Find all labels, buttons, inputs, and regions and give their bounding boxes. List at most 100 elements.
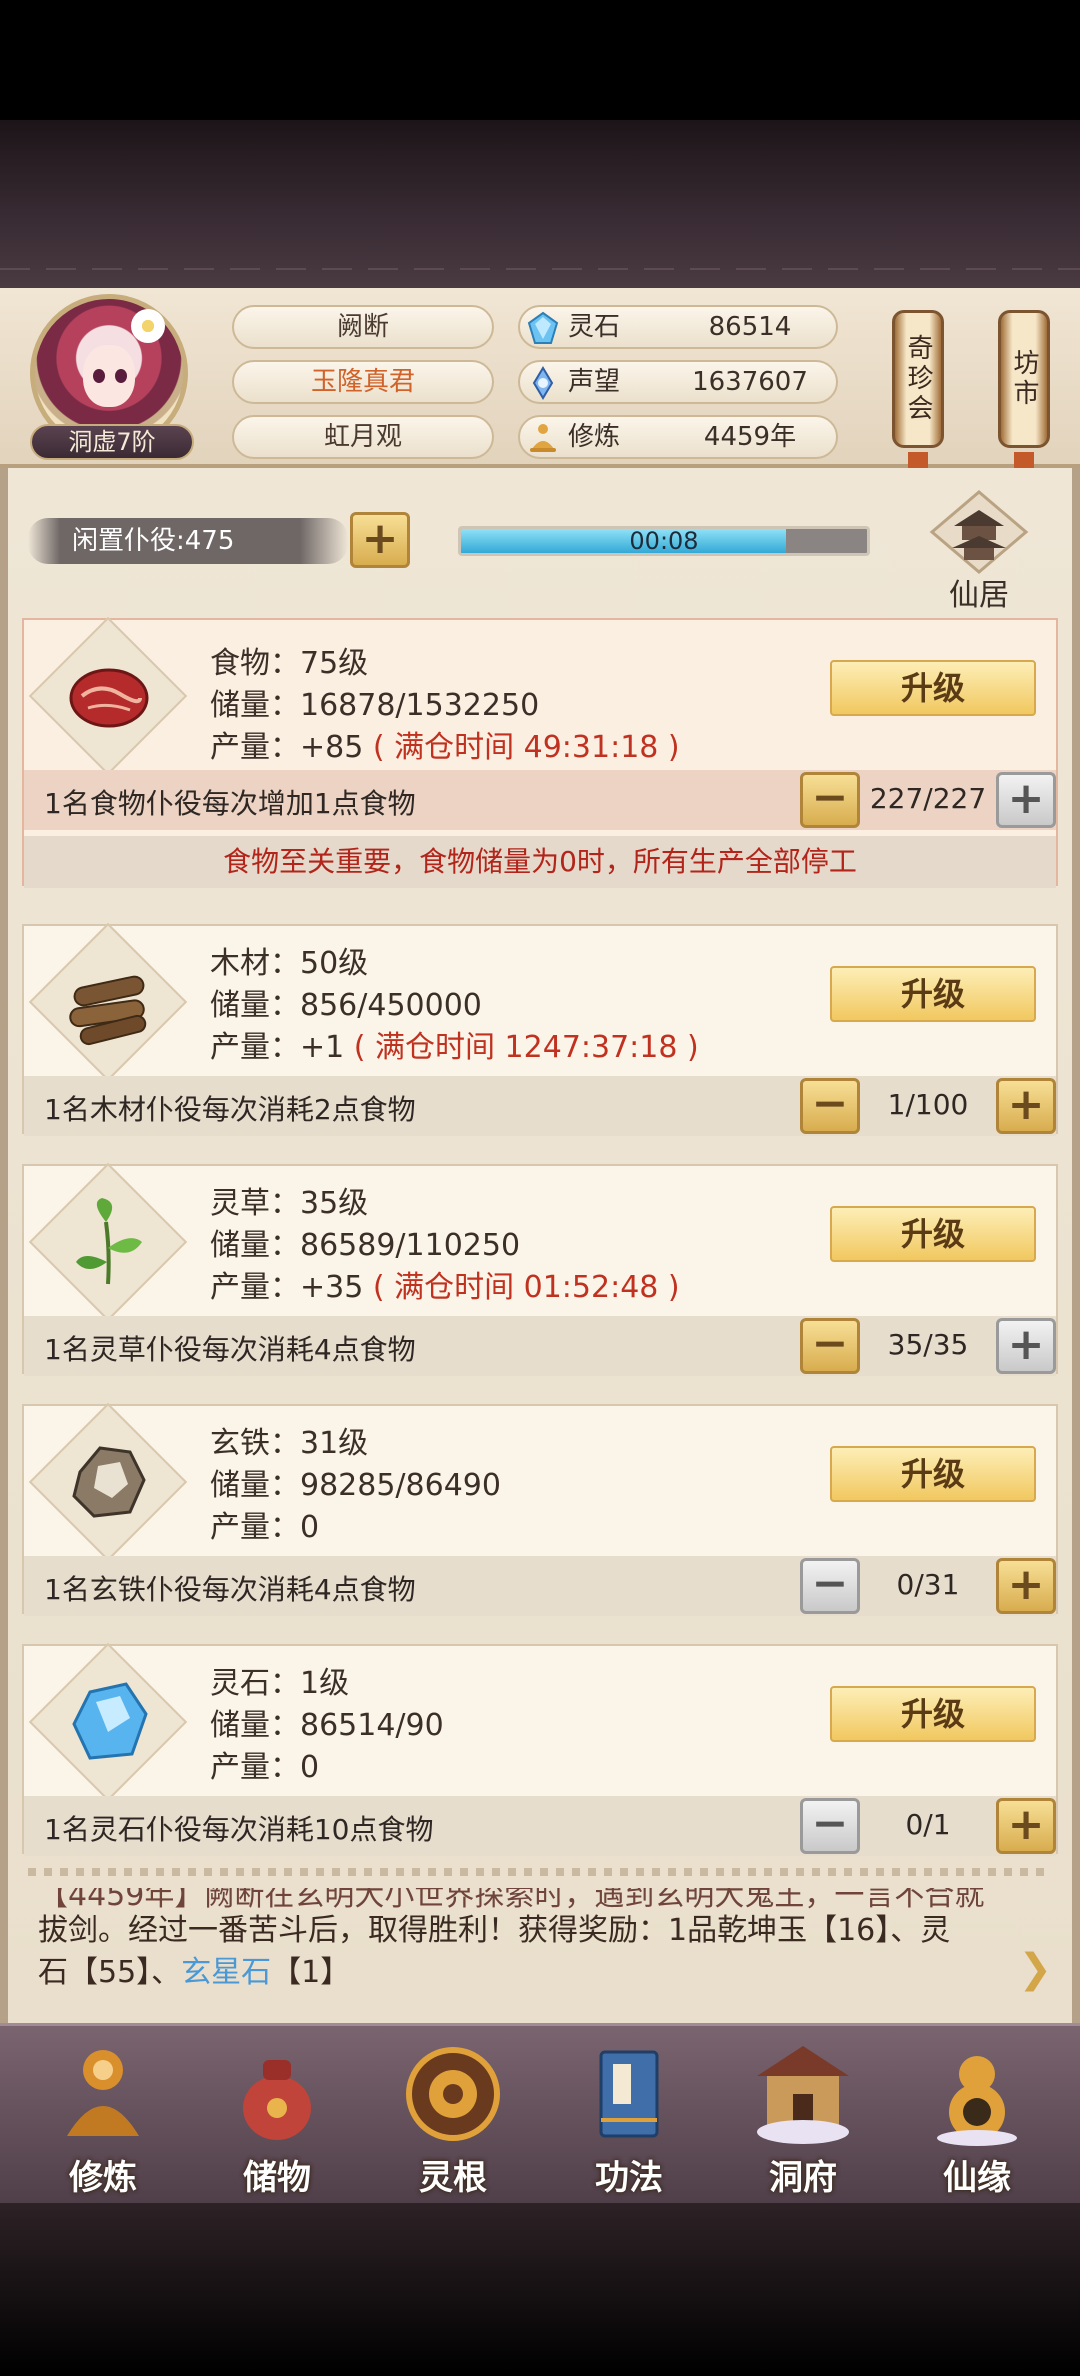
herb-minus-button[interactable]: − [800,1318,860,1374]
food-full-time: ( 满仓时间 49:31:18 ) [372,730,680,765]
nav-label: 仙缘 [943,2158,1011,2198]
meat-icon [69,668,149,728]
food-output: 产量：+85 ( 满仓时间 49:31:18 ) [210,722,680,766]
iron-output: 产量：0 [210,1510,320,1545]
iron-storage: 储量：98285/86490 [210,1468,501,1503]
food-level: 食物：75级 [210,646,369,681]
log-expand-arrow-icon[interactable]: ❯ [1018,1946,1052,1992]
upgrade-wood-button[interactable]: 升级 [830,966,1036,1022]
nav-spirit-root[interactable]: 灵根 [378,2040,528,2200]
herb-output: 产量：+35 ( 满仓时间 01:52:48 ) [210,1262,680,1306]
bottom-decoration-band [0,2203,1080,2376]
prestige-stat: 声望 1637607 [518,360,838,404]
wood-level: 木材：50级 [210,946,369,981]
avatar-face [83,345,135,407]
resource-card-herb: 灵草：35级 储量：86589/110250 产量：+35 ( 满仓时间 01:… [22,1162,1058,1376]
food-servant-desc: 1名食物仆役每次增加1点食物 [44,787,416,820]
nav-techniques[interactable]: 功法 [554,2040,704,2200]
upgrade-herb-button[interactable]: 升级 [830,1206,1036,1262]
food-servant-bar: 1名食物仆役每次增加1点食物 − 227/227 + [24,770,1056,830]
log-item-link[interactable]: 玄星石 [181,1955,271,1990]
upgrade-spirit-stone-button[interactable]: 升级 [830,1686,1036,1742]
idle-servants-label: 闲置仆役:475 [72,526,235,556]
herb-leaf-icon [76,1198,142,1285]
herb-servant-bar: 1名灵草仆役每次消耗4点食物 − 35/35 + [24,1316,1056,1376]
food-warning: 食物至关重要，食物储量为0时，所有生产全部停工 [24,836,1056,888]
iron-plus-button[interactable]: + [996,1558,1056,1614]
player-title-pill: 玉隆真君 [232,360,494,404]
nav-fortune[interactable]: 仙缘 [902,2040,1052,2200]
nav-label: 功法 [595,2158,663,2198]
spirit-stone-plus-button[interactable]: + [996,1798,1056,1854]
treasure-fair-button[interactable]: 奇珍会 [892,310,944,448]
spirit-stone-servant-count: 0/1 [905,1808,951,1841]
herb-full-time: ( 满仓时间 01:52:48 ) [372,1270,680,1305]
herb-level: 灵草：35级 [210,1186,369,1221]
nav-label: 洞府 [769,2158,837,2198]
nav-cultivate[interactable]: 修炼 [28,2040,178,2200]
wood-full-time: ( 满仓时间 1247:37:18 ) [353,1030,699,1065]
stat-value: 86514 [708,312,792,342]
spirit-stone-minus-button[interactable]: − [800,1798,860,1854]
upgrade-iron-button[interactable]: 升级 [830,1446,1036,1502]
food-minus-button[interactable]: − [800,772,860,828]
nav-cave-dwelling[interactable]: 洞府 [728,2040,878,2200]
add-servant-button[interactable]: + [350,512,410,568]
iron-servant-desc: 1名玄铁仆役每次消耗4点食物 [44,1573,416,1606]
timer-text: 00:08 [629,527,699,555]
upgrade-food-button[interactable]: 升级 [830,660,1036,716]
market-button[interactable]: 坊市 [998,310,1050,448]
nav-label: 储物 [243,2158,311,2198]
wood-plus-button[interactable]: + [996,1078,1056,1134]
wood-storage: 储量：856/450000 [210,988,482,1023]
sect-name-pill: 虹月观 [232,415,494,459]
avatar-eye [93,369,105,383]
iron-ore-icon [72,1446,146,1518]
log-divider [28,1868,1052,1876]
spirit-stone-stat: 灵石 86514 [518,305,838,349]
spirit-stone-output: 产量：0 [210,1750,320,1785]
wood-logs-icon [69,975,147,1046]
stat-label: 声望 [568,367,621,397]
log-text: 石【55】、 [38,1955,182,1990]
prestige-icon [532,366,554,400]
wood-output-value: 产量：+1 [210,1030,345,1065]
nav-label: 灵根 [419,2158,487,2198]
event-log[interactable]: 【4459年】阙断在玄明大小世界探索时，遇到玄明大鬼王，一言不合就 拔剑。经过一… [38,1888,1002,1994]
log-line: 【4459年】阙断在玄明大小世界探索时，遇到玄明大鬼王，一言不合就 [38,1888,985,1910]
production-panel: 闲置仆役:475 + 00:08 仙居 食物：75级 储量：16878/1532… [0,468,1080,2023]
cultivation-time-stat: 修炼 4459年 [518,415,838,459]
nav-storage[interactable]: 储物 [202,2040,352,2200]
iron-minus-button[interactable]: − [800,1558,860,1614]
food-storage: 储量：16878/1532250 [210,688,540,723]
food-plus-button[interactable]: + [996,772,1056,828]
stat-value: 4459年 [703,422,797,452]
status-bar-area [0,0,1080,120]
iron-servant-bar: 1名玄铁仆役每次消耗4点食物 − 0/31 + [24,1556,1056,1616]
spirit-crystal-icon [72,1682,148,1760]
pavilion-icon[interactable] [926,488,1032,576]
bottom-navigation: 修炼 储物 灵根 功法 洞府 仙缘 [0,2023,1080,2203]
player-header: 洞虚7阶 阙断 玉隆真君 虹月观 灵石 86514 声望 1637607 修炼 … [0,288,1080,492]
production-timer: 00:08 [458,526,870,556]
resource-card-wood: 木材：50级 储量：856/450000 产量：+1 ( 满仓时间 1247:3… [22,922,1058,1136]
resource-card-spirit-stone: 灵石：1级 储量：86514/90 产量：0 升级 1名灵石仆役每次消耗10点食… [22,1642,1058,1856]
player-name-pill: 阙断 [232,305,494,349]
wood-minus-button[interactable]: − [800,1078,860,1134]
food-warning-text: 食物至关重要，食物储量为0时，所有生产全部停工 [223,845,857,878]
wood-servant-count: 1/100 [887,1088,969,1121]
stat-label: 灵石 [568,312,621,342]
pouch-icon [243,2060,311,2140]
iron-level: 玄铁：31级 [210,1426,369,1461]
spirit-stone-storage: 储量：86514/90 [210,1708,444,1743]
herb-servant-desc: 1名灵草仆役每次消耗4点食物 [44,1333,416,1366]
herb-output-value: 产量：+35 [210,1270,364,1305]
wood-output: 产量：+1 ( 满仓时间 1247:37:18 ) [210,1022,699,1066]
spirit-stone-level: 灵石：1级 [210,1666,350,1701]
stat-value: 1637607 [692,367,808,397]
hair-flower-icon [131,309,165,343]
log-line: 拔剑。经过一番苦斗后，取得胜利！获得奖励：1品乾坤玉【16】、灵 [38,1913,951,1948]
food-servant-count: 227/227 [869,782,987,815]
herb-plus-button[interactable]: + [996,1318,1056,1374]
xianju-label[interactable]: 仙居 [904,570,1054,614]
